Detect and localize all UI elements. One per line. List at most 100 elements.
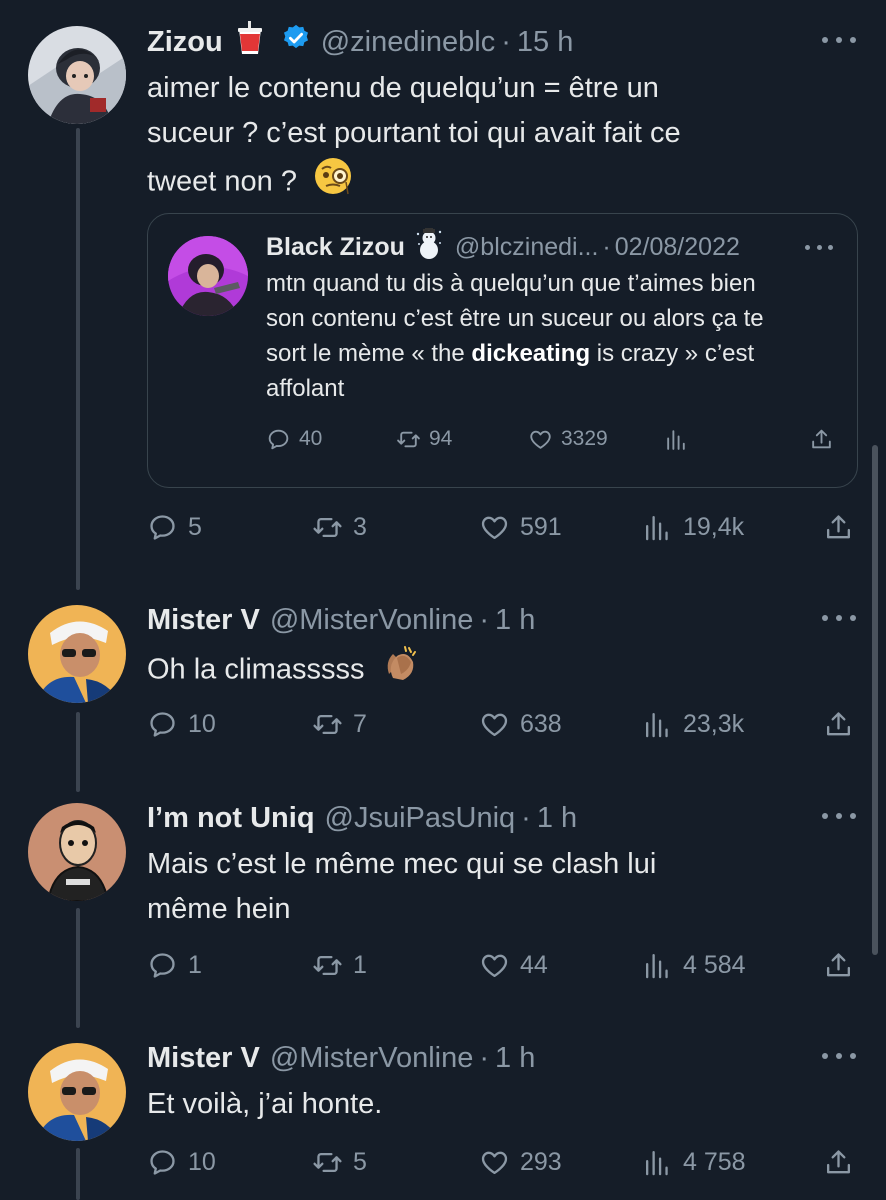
monocle-face-icon — [313, 156, 353, 210]
like-count: 591 — [520, 512, 562, 541]
views-count: 23,3k — [683, 709, 745, 738]
retweet-button[interactable]: 5 — [312, 1142, 367, 1182]
heart-icon — [481, 713, 508, 736]
tweet-text-line: suceur ? c’est pourtant toi qui avait fa… — [147, 117, 681, 149]
views-button[interactable]: 4 758 — [642, 1142, 746, 1182]
tweet-actions: 5 3 591 19,4k — [147, 507, 857, 547]
share-button[interactable] — [809, 422, 842, 456]
like-count: 638 — [520, 709, 562, 738]
tweet-text-fragment: sort le mème « the — [266, 340, 472, 367]
tweet-header: Mister V @MisterVonline · 1 h — [147, 1038, 535, 1078]
user-handle[interactable]: @JsuiPasUniq — [325, 802, 516, 835]
like-button[interactable]: 591 — [479, 507, 562, 547]
retweet-button[interactable]: 3 — [312, 507, 367, 547]
snowman-icon — [415, 225, 443, 267]
retweet-count: 5 — [353, 1147, 367, 1176]
reply-count: 40 — [299, 427, 323, 450]
views-button[interactable] — [664, 422, 697, 456]
timestamp[interactable]: 1 h — [537, 802, 577, 835]
timestamp[interactable]: 15 h — [517, 26, 573, 59]
reply-button[interactable]: 1 — [147, 945, 202, 985]
reply-count: 5 — [188, 512, 202, 541]
reply-button[interactable]: 40 — [266, 422, 322, 456]
reply-button[interactable]: 5 — [147, 507, 202, 547]
share-button[interactable] — [823, 704, 864, 744]
heart-icon — [530, 430, 551, 449]
retweet-count: 1 — [353, 950, 367, 979]
more-options-icon[interactable] — [822, 612, 856, 624]
retweet-button[interactable]: 94 — [396, 422, 452, 456]
reply-icon — [150, 514, 175, 540]
separator-dot: · — [602, 232, 611, 261]
retweet-button[interactable]: 7 — [312, 704, 367, 744]
timestamp[interactable]: 1 h — [495, 1042, 535, 1075]
display-name[interactable]: Mister V — [147, 604, 260, 637]
separator-dot: · — [501, 25, 511, 58]
views-button[interactable]: 4 584 — [642, 945, 746, 985]
avatar[interactable] — [28, 605, 126, 703]
user-handle[interactable]: @MisterVonline — [270, 1042, 474, 1075]
user-handle[interactable]: @blczinedi... — [455, 233, 599, 262]
retweet-button[interactable]: 1 — [312, 945, 367, 985]
display-name[interactable]: Mister V — [147, 1042, 260, 1075]
display-name[interactable]: Black Zizou — [266, 233, 405, 262]
user-handle[interactable]: @MisterVonline — [270, 604, 474, 637]
tweet-text-line: Oh la climasssss — [147, 644, 847, 698]
retweet-icon — [313, 1152, 342, 1172]
tweet-text: Oh la climasssss — [147, 644, 847, 698]
share-button[interactable] — [823, 945, 864, 985]
more-options-icon[interactable] — [805, 242, 833, 252]
views-button[interactable]: 23,3k — [642, 704, 744, 744]
avatar[interactable] — [28, 1043, 126, 1141]
display-name[interactable]: I’m not Uniq — [147, 802, 315, 835]
avatar[interactable] — [28, 803, 126, 901]
share-icon — [827, 514, 850, 538]
tweet-text-line: tweet non ? — [147, 156, 847, 210]
quoted-tweet-actions: 40 94 3329 — [266, 422, 841, 456]
reply-button[interactable]: 10 — [147, 1142, 216, 1182]
views-button[interactable]: 19,4k — [642, 507, 744, 547]
reply-count: 10 — [188, 709, 216, 738]
reply-button[interactable]: 10 — [147, 704, 216, 744]
timestamp[interactable]: 02/08/2022 — [615, 233, 740, 262]
tweet-text-fragment: Oh la climasssss — [147, 653, 365, 686]
separator-dot: · — [479, 603, 490, 636]
timestamp[interactable]: 1 h — [495, 604, 535, 637]
avatar[interactable] — [168, 236, 248, 316]
share-button[interactable] — [823, 1142, 864, 1182]
user-handle[interactable]: @zinedineblc — [321, 26, 496, 59]
tweet-text-line: son contenu c’est être un suceur ou alor… — [266, 305, 764, 332]
more-options-icon[interactable] — [822, 34, 856, 46]
avatar[interactable] — [28, 26, 126, 124]
heart-icon — [481, 1151, 508, 1174]
share-icon — [827, 1149, 850, 1173]
tweet-text-line: affolant — [266, 375, 345, 402]
like-button[interactable]: 293 — [479, 1142, 562, 1182]
reply-count: 1 — [188, 950, 202, 979]
more-options-icon[interactable] — [822, 810, 856, 822]
quoted-tweet-text: mtn quand tu dis à quelqu’un que t’aimes… — [266, 266, 836, 406]
tweet-text-fragment: tweet non ? — [147, 165, 297, 198]
reply-icon — [150, 711, 175, 737]
retweet-icon — [313, 955, 342, 975]
display-name[interactable]: Zizou — [147, 26, 223, 59]
tweet-text: Et voilà, j’ai honte. — [147, 1082, 847, 1127]
retweet-icon — [313, 517, 342, 537]
views-icon — [667, 429, 685, 450]
views-icon — [646, 712, 668, 737]
like-button[interactable]: 44 — [479, 945, 548, 985]
more-options-icon[interactable] — [822, 1050, 856, 1062]
clapping-hands-icon — [381, 644, 421, 698]
like-count: 44 — [520, 950, 548, 979]
separator-dot: · — [479, 1041, 490, 1074]
like-button[interactable]: 3329 — [528, 422, 608, 456]
verified-badge-icon — [281, 23, 311, 61]
share-button[interactable] — [823, 507, 864, 547]
tweet-text-bold: dickeating — [471, 340, 591, 367]
quoted-tweet[interactable]: Black Zizou @blczinedi... · 02/08/2022 m… — [147, 213, 858, 488]
tweet-actions: 10 5 293 4 758 — [147, 1142, 857, 1182]
tweet-header: Zizou @zinedineblc · 15 h — [147, 21, 573, 62]
quoted-tweet-header: Black Zizou @blczinedi... · 02/08/2022 — [266, 225, 740, 267]
like-button[interactable]: 638 — [479, 704, 562, 744]
retweet-icon — [397, 431, 420, 447]
